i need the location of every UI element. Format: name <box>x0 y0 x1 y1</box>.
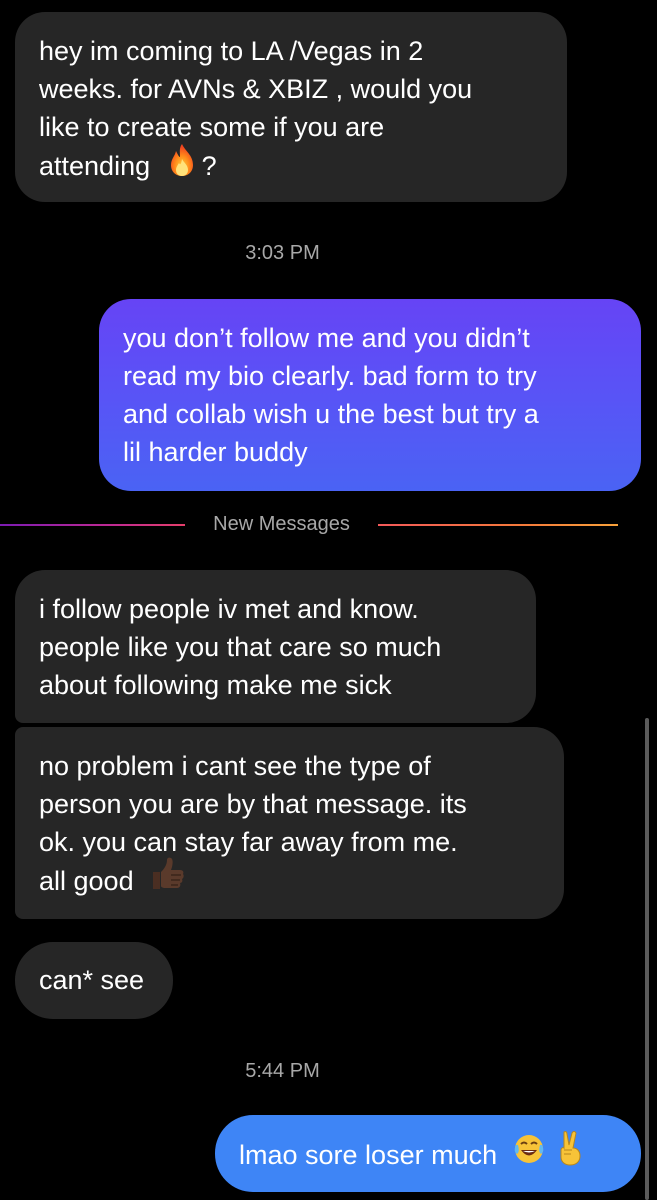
message-line: lil harder buddy <box>123 437 308 467</box>
incoming-message-bubble[interactable]: hey im coming to LA /Vegas in 2 weeks. f… <box>15 12 567 202</box>
message-line-last: lmao sore loser much <box>239 1131 617 1180</box>
message-line-last: attending ? <box>39 143 543 190</box>
message-line: hey im coming to LA /Vegas in 2 <box>39 36 424 66</box>
message-line: all good <box>39 866 134 897</box>
fire-emoji-icon <box>168 143 196 187</box>
message-line: about following make me sick <box>39 670 392 700</box>
message-line: attending <box>39 151 151 182</box>
new-messages-divider: New Messages <box>0 511 657 541</box>
thumbs-up-emoji-icon <box>149 857 185 901</box>
message-line: i follow people iv met and know. <box>39 594 419 624</box>
incoming-message-bubble[interactable]: i follow people iv met and know. people … <box>15 570 536 723</box>
message-line: read my bio clearly. bad form to try <box>123 361 537 391</box>
message-line-last: all good <box>39 857 540 905</box>
message-line: lmao sore loser much <box>239 1140 498 1171</box>
message-line: person you are by that message. its <box>39 789 467 819</box>
divider-line-right <box>378 524 618 526</box>
message-line: people like you that care so much <box>39 632 442 662</box>
scrollbar-thumb[interactable] <box>645 718 649 1200</box>
victory-hand-emoji-icon <box>556 1130 584 1176</box>
message-tail-text: ? <box>201 151 217 182</box>
outgoing-message-bubble[interactable]: lmao sore loser much <box>215 1115 641 1192</box>
message-line: weeks. for AVNs & XBIZ , would you <box>39 74 473 104</box>
message-line: and collab wish u the best but try a <box>123 399 539 429</box>
outgoing-message-bubble[interactable]: you don’t follow me and you didn’t read … <box>99 299 641 491</box>
new-messages-label: New Messages <box>213 513 350 535</box>
incoming-message-bubble[interactable]: no problem i cant see the type of person… <box>15 727 564 919</box>
message-line: like to create some if you are <box>39 112 385 142</box>
laughing-tears-emoji-icon <box>513 1133 545 1175</box>
message-line: ok. you can stay far away from me. <box>39 827 458 857</box>
message-line: can* see <box>39 965 145 995</box>
message-line: you don’t follow me and you didn’t <box>123 323 530 353</box>
message-line: no problem i cant see the type of <box>39 751 431 781</box>
incoming-message-bubble[interactable]: can* see <box>15 942 173 1019</box>
timestamp: 3:03 PM <box>245 242 320 264</box>
timestamp: 5:44 PM <box>245 1060 320 1082</box>
divider-line-left <box>0 524 185 526</box>
